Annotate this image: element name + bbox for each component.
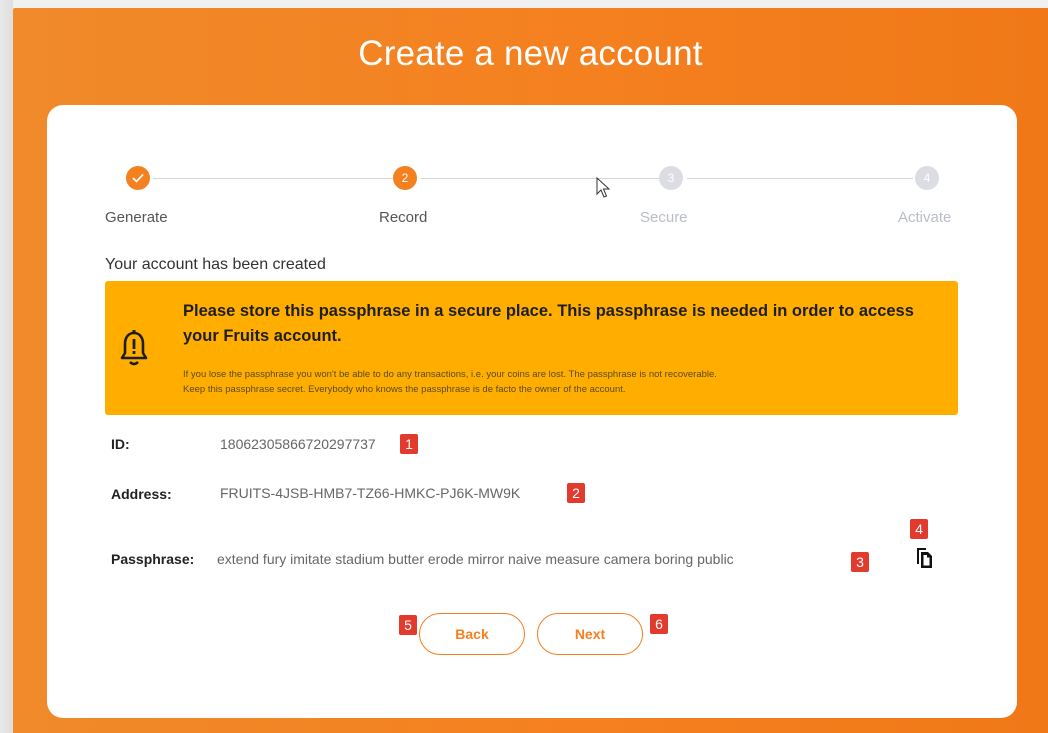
step-generate-label: Generate (105, 209, 168, 226)
address-label: Address: (111, 486, 172, 502)
passphrase-warning: Please store this passphrase in a secure… (105, 281, 958, 415)
window-edge (0, 0, 13, 733)
mouse-cursor-icon (596, 177, 610, 198)
signup-screen: Create a new account 2 3 4 Generate Reco… (13, 8, 1048, 733)
step-activate-label: Activate (898, 209, 952, 226)
marker-6: 6 (650, 614, 668, 634)
id-value: 18062305866720297737 (220, 436, 376, 452)
passphrase-label: Passphrase: (111, 551, 195, 567)
marker-1: 1 (400, 434, 418, 454)
step-secure-label: Secure (640, 209, 688, 226)
warning-line-1: If you lose the passphrase you won't be … (183, 369, 717, 380)
stepper-line-1 (153, 178, 393, 179)
marker-3: 3 (851, 552, 869, 572)
account-created-message: Your account has been created (105, 256, 326, 273)
bell-alert-icon (120, 330, 148, 366)
id-label: ID: (111, 436, 130, 452)
page-title: Create a new account (358, 34, 703, 73)
step-record-dot: 2 (393, 166, 417, 190)
step-activate-dot: 4 (915, 166, 939, 190)
address-value: FRUITS-4JSB-HMB7-TZ66-HMKC-PJ6K-MW9K (220, 485, 521, 501)
marker-4: 4 (910, 519, 928, 539)
stepper-line-3 (687, 178, 913, 179)
marker-5: 5 (399, 615, 417, 635)
warning-heading: Please store this passphrase in a secure… (183, 302, 914, 345)
warning-line-2: Keep this passphrase secret. Everybody w… (183, 384, 626, 395)
warning-details: If you lose the passphrase you won't be … (183, 367, 943, 397)
back-button[interactable]: Back (419, 613, 525, 655)
copy-icon[interactable] (913, 546, 933, 570)
marker-2: 2 (567, 483, 585, 503)
account-card: 2 3 4 Generate Record Secure Activate Yo… (47, 105, 1017, 718)
stepper-line-2 (421, 178, 659, 179)
next-button[interactable]: Next (537, 613, 643, 655)
step-secure-dot: 3 (659, 166, 683, 190)
step-record-label: Record (379, 209, 428, 226)
check-icon (132, 173, 144, 183)
step-generate-dot (126, 166, 150, 190)
passphrase-value: extend fury imitate stadium butter erode… (217, 551, 734, 567)
stepper: 2 3 4 Generate Record Secure Activate (47, 105, 1017, 245)
